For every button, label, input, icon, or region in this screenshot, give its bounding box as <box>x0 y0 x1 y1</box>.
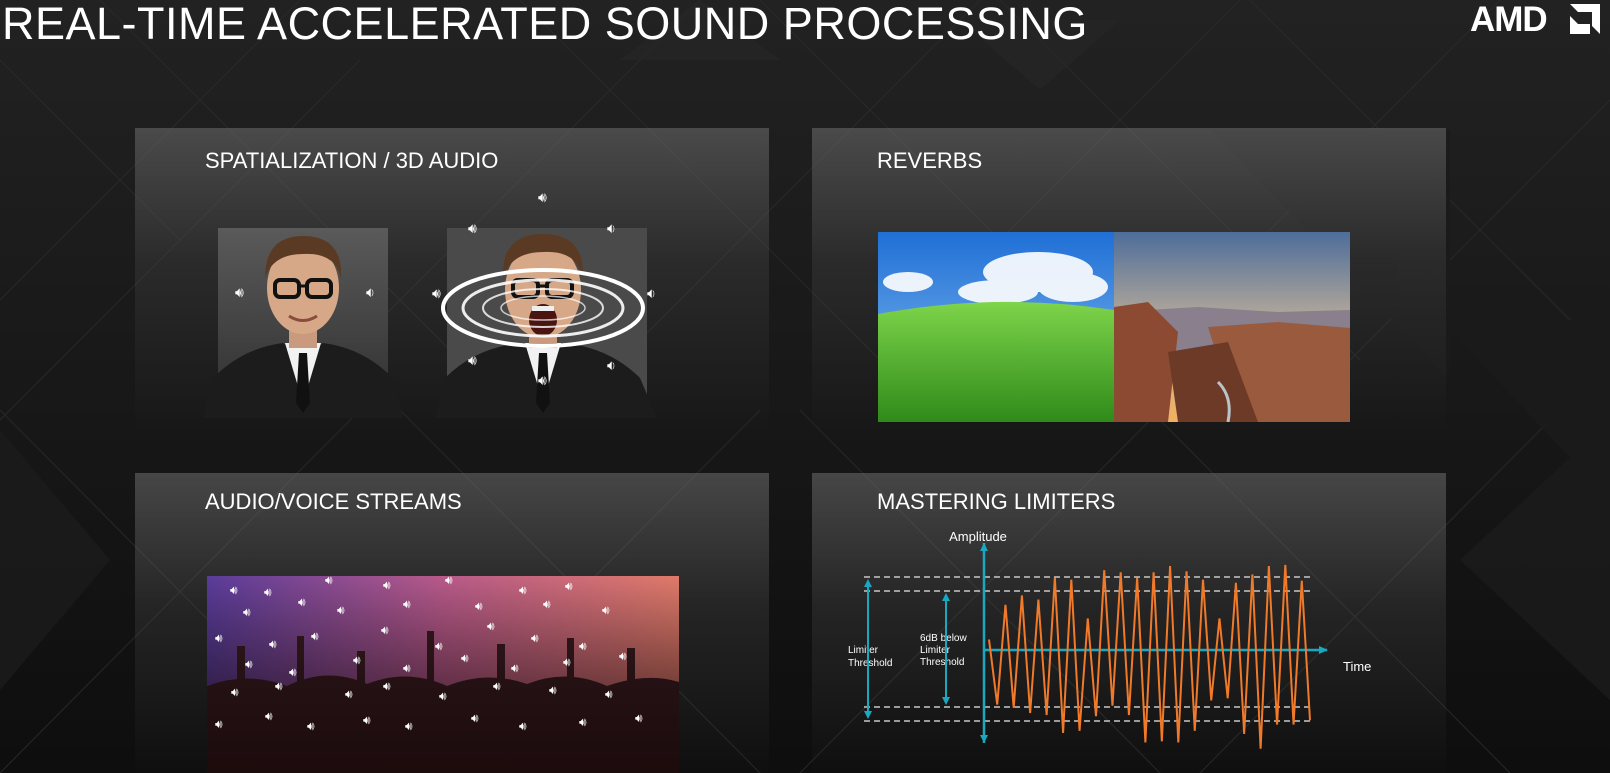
y-axis-arrow <box>980 543 988 551</box>
calm-face-illustration <box>203 228 403 418</box>
speaker-bottom-icon: 🔊︎ <box>538 372 547 388</box>
speaker-icon: 🔊︎ <box>311 629 319 643</box>
speaker-icon: 🔊︎ <box>635 711 643 725</box>
speaker-icon: 🔊︎ <box>579 715 587 729</box>
speaker-icon: 🔊︎ <box>543 597 551 611</box>
slide-title: REAL-TIME ACCELERATED SOUND PROCESSING <box>2 0 1088 49</box>
limiter-chart: Amplitude Time Limiter Threshold 6dB belo… <box>848 529 1371 749</box>
amd-arrow-icon <box>1570 4 1600 34</box>
y-axis-label: Amplitude <box>949 529 1007 544</box>
speaker-icon: 🔊︎ <box>337 603 345 617</box>
limiter-threshold-arrowhead-top <box>864 579 872 587</box>
speaker-icon: 🔊︎ <box>231 685 239 699</box>
speaker-icon: 🔊︎ <box>383 578 391 592</box>
speaker-icon: 🔊︎ <box>619 649 627 663</box>
speaker-icon: 🔊︎ <box>471 711 479 725</box>
speaker-icon: 🔊︎ <box>265 709 273 723</box>
speaker-icon: 🔊︎ <box>215 717 223 731</box>
speaker-icon: 🔊︎ <box>383 679 391 693</box>
speaker-icon: 🔊︎ <box>461 651 469 665</box>
speaker-icon: 🔊︎ <box>230 583 238 597</box>
speaker-icon: 🔊︎ <box>353 653 361 667</box>
speaker-icon: 🔊︎ <box>381 623 389 637</box>
y-axis-arrow-bottom <box>980 735 988 743</box>
speaker-icon: 🔊︎ <box>439 689 447 703</box>
spatialization-panel: SPATIALIZATION / 3D AUDIO 🔊︎ 🔉︎ 🔊︎ 🔊︎ 🔉︎… <box>135 128 769 428</box>
speaker-icon: 🔊︎ <box>602 603 610 617</box>
six-db-arrowhead-top <box>942 593 950 601</box>
speaker-icon: 🔊︎ <box>403 597 411 611</box>
speaker-mid-right-icon: 🔉︎ <box>647 285 656 301</box>
speaker-icon: 🔊︎ <box>363 713 371 727</box>
streams-panel: AUDIO/VOICE STREAMS 🔊︎ 🔊︎ 🔊︎ 🔊︎ 🔊︎ 🔊︎ 🔊︎… <box>135 473 769 773</box>
speaker-icon: 🔊︎ <box>487 619 495 633</box>
speaker-icon: 🔊︎ <box>289 665 297 679</box>
calm-face-photo <box>203 228 403 418</box>
speaker-icon: 🔊︎ <box>245 657 253 671</box>
speaker-icon: 🔊︎ <box>519 719 527 733</box>
speaker-icon: 🔊︎ <box>264 585 272 599</box>
reverbs-panel: REVERBS <box>812 128 1446 428</box>
speaker-left-icon: 🔊︎ <box>235 284 244 300</box>
x-axis-arrow <box>1319 646 1328 654</box>
speaker-icon: 🔊︎ <box>445 573 453 587</box>
x-axis-label: Time <box>1343 659 1371 674</box>
speaker-icon: 🔊︎ <box>298 595 306 609</box>
speaker-icon: 🔊︎ <box>435 639 443 653</box>
speaker-icon: 🔊︎ <box>325 573 333 587</box>
speaker-top-right-icon: 🔉︎ <box>607 220 616 236</box>
speaker-mid-left-icon: 🔊︎ <box>432 285 441 301</box>
amd-logo: AMD <box>1470 0 1600 39</box>
speaker-top-icon: 🔊︎ <box>538 189 547 205</box>
speaker-icon: 🔊︎ <box>565 579 573 593</box>
speaker-icon: 🔊︎ <box>579 639 587 653</box>
speaker-icon: 🔊︎ <box>549 683 557 697</box>
speaker-icon: 🔊︎ <box>243 605 251 619</box>
shouting-face-illustration <box>435 228 657 418</box>
panel-title: SPATIALIZATION / 3D AUDIO <box>205 148 499 173</box>
field-and-canyon-illustration <box>878 232 1350 422</box>
speaker-icon: 🔊︎ <box>475 599 483 613</box>
speaker-icon: 🔊︎ <box>215 631 223 645</box>
logo-text: AMD <box>1470 0 1548 39</box>
speaker-top-left-icon: 🔊︎ <box>468 220 477 236</box>
speaker-bottom-right-icon: 🔉︎ <box>607 357 616 373</box>
speaker-icon: 🔊︎ <box>405 719 413 733</box>
speaker-icon: 🔊︎ <box>511 661 519 675</box>
speaker-icon: 🔊︎ <box>493 679 501 693</box>
speaker-icon: 🔊︎ <box>269 637 277 651</box>
speaker-icon: 🔊︎ <box>275 679 283 693</box>
limiters-panel: MASTERING LIMITERS Amplitude Time Limite… <box>812 473 1446 773</box>
shouting-face-photo <box>435 228 657 418</box>
speaker-icon: 🔊︎ <box>307 719 315 733</box>
six-db-arrowhead-bottom <box>942 697 950 705</box>
speaker-icon: 🔊︎ <box>563 655 571 669</box>
speaker-right-icon: 🔉︎ <box>366 284 375 300</box>
speaker-icon: 🔊︎ <box>519 583 527 597</box>
speaker-icon: 🔊︎ <box>403 661 411 675</box>
speaker-bottom-left-icon: 🔊︎ <box>468 352 477 368</box>
reverb-images <box>878 232 1350 422</box>
limiter-threshold-arrowhead-bottom <box>864 711 872 719</box>
speaker-icon: 🔊︎ <box>345 687 353 701</box>
speaker-icon: 🔊︎ <box>605 687 613 701</box>
panel-title: REVERBS <box>877 148 983 173</box>
speaker-icon: 🔊︎ <box>531 631 539 645</box>
panel-title: AUDIO/VOICE STREAMS <box>205 489 462 514</box>
six-db-below-label: 6dB below Limiter Threshold <box>920 633 967 668</box>
limiter-threshold-label: Limiter Threshold <box>848 645 892 669</box>
